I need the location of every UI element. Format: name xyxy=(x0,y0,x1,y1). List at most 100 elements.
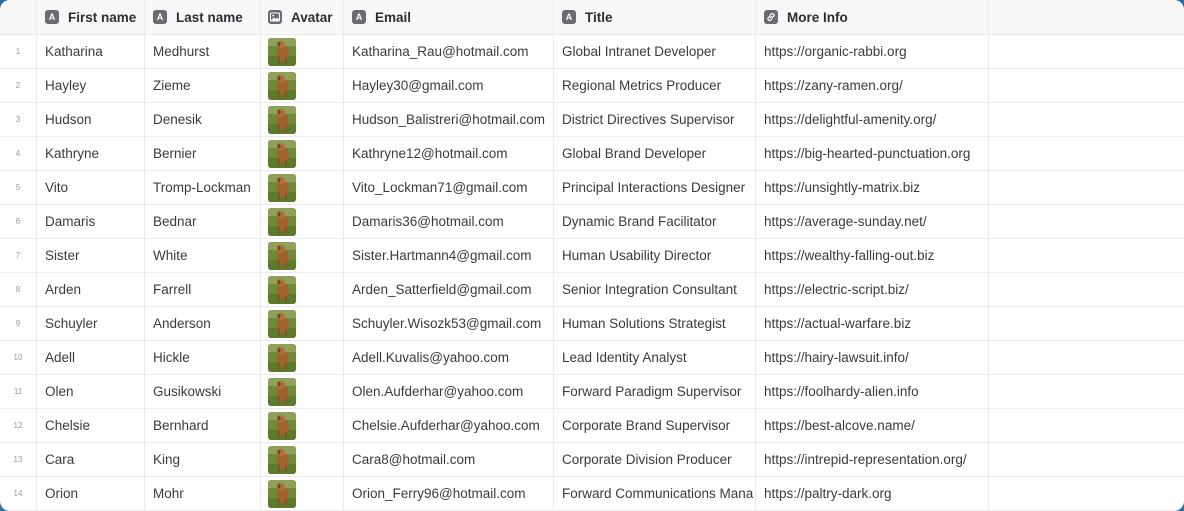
first-name-cell[interactable]: Hayley xyxy=(37,69,145,102)
row-number[interactable]: 12 xyxy=(0,409,37,442)
row-number[interactable]: 1 xyxy=(0,35,37,68)
dog-photo-thumbnail-icon[interactable] xyxy=(268,207,296,236)
row-number[interactable]: 6 xyxy=(0,205,37,238)
dog-photo-thumbnail-icon[interactable] xyxy=(268,105,296,134)
row-number[interactable]: 11 xyxy=(0,375,37,408)
dog-photo-thumbnail-icon[interactable] xyxy=(268,71,296,100)
title-cell[interactable]: Principal Interactions Designer xyxy=(554,171,756,204)
more-info-cell[interactable]: https://big-hearted-punctuation.org xyxy=(756,137,989,170)
email-cell[interactable]: Hudson_Balistreri@hotmail.com xyxy=(344,103,554,136)
table-row[interactable]: 13 Cara King Cara8@hotmail.com Corporate Div… xyxy=(0,443,1184,477)
row-number[interactable]: 3 xyxy=(0,103,37,136)
last-name-cell[interactable]: Zieme xyxy=(145,69,261,102)
more-info-cell[interactable]: https://electric-script.biz/ xyxy=(756,273,989,306)
more-info-cell[interactable]: https://zany-ramen.org/ xyxy=(756,69,989,102)
dog-photo-thumbnail-icon[interactable] xyxy=(268,37,296,66)
column-header-email[interactable]: A Email xyxy=(344,0,554,34)
avatar-cell[interactable] xyxy=(261,409,344,442)
email-cell[interactable]: Schuyler.Wisozk53@gmail.com xyxy=(344,307,554,340)
dog-photo-thumbnail-icon[interactable] xyxy=(268,275,296,304)
avatar-cell[interactable] xyxy=(261,137,344,170)
title-cell[interactable]: District Directives Supervisor xyxy=(554,103,756,136)
table-row[interactable]: 14 Orion Mohr Orion_Ferry96@hotmail.com Forw… xyxy=(0,477,1184,511)
avatar-cell[interactable] xyxy=(261,341,344,374)
row-number[interactable]: 13 xyxy=(0,443,37,476)
title-cell[interactable]: Forward Communications Mana xyxy=(554,477,756,510)
row-number[interactable]: 5 xyxy=(0,171,37,204)
first-name-cell[interactable]: Chelsie xyxy=(37,409,145,442)
last-name-cell[interactable]: Gusikowski xyxy=(145,375,261,408)
first-name-cell[interactable]: Arden xyxy=(37,273,145,306)
more-info-cell[interactable]: https://actual-warfare.biz xyxy=(756,307,989,340)
last-name-cell[interactable]: King xyxy=(145,443,261,476)
avatar-cell[interactable] xyxy=(261,35,344,68)
avatar-cell[interactable] xyxy=(261,477,344,510)
first-name-cell[interactable]: Katharina xyxy=(37,35,145,68)
first-name-cell[interactable]: Vito xyxy=(37,171,145,204)
more-info-cell[interactable]: https://organic-rabbi.org xyxy=(756,35,989,68)
column-header-first-name[interactable]: A First name xyxy=(37,0,145,34)
last-name-cell[interactable]: Bernhard xyxy=(145,409,261,442)
dog-photo-thumbnail-icon[interactable] xyxy=(268,173,296,202)
table-row[interactable]: 1 Katharina Medhurst Katharina_Rau@hotmail.… xyxy=(0,35,1184,69)
avatar-cell[interactable] xyxy=(261,443,344,476)
last-name-cell[interactable]: Anderson xyxy=(145,307,261,340)
dog-photo-thumbnail-icon[interactable] xyxy=(268,479,296,508)
row-number[interactable]: 8 xyxy=(0,273,37,306)
row-number[interactable]: 4 xyxy=(0,137,37,170)
title-cell[interactable]: Global Brand Developer xyxy=(554,137,756,170)
last-name-cell[interactable]: Hickle xyxy=(145,341,261,374)
table-row[interactable]: 12 Chelsie Bernhard Chelsie.Aufderhar@yahoo… xyxy=(0,409,1184,443)
title-cell[interactable]: Global Intranet Developer xyxy=(554,35,756,68)
column-header-last-name[interactable]: A Last name xyxy=(145,0,261,34)
row-number[interactable]: 7 xyxy=(0,239,37,272)
last-name-cell[interactable]: White xyxy=(145,239,261,272)
dog-photo-thumbnail-icon[interactable] xyxy=(268,377,296,406)
avatar-cell[interactable] xyxy=(261,103,344,136)
table-row[interactable]: 11 Olen Gusikowski Olen.Aufderhar@yahoo.com… xyxy=(0,375,1184,409)
title-cell[interactable]: Senior Integration Consultant xyxy=(554,273,756,306)
avatar-cell[interactable] xyxy=(261,171,344,204)
row-number[interactable]: 14 xyxy=(0,477,37,510)
dog-photo-thumbnail-icon[interactable] xyxy=(268,411,296,440)
title-cell[interactable]: Corporate Division Producer xyxy=(554,443,756,476)
avatar-cell[interactable] xyxy=(261,239,344,272)
title-cell[interactable]: Human Usability Director xyxy=(554,239,756,272)
first-name-cell[interactable]: Schuyler xyxy=(37,307,145,340)
avatar-cell[interactable] xyxy=(261,273,344,306)
title-cell[interactable]: Corporate Brand Supervisor xyxy=(554,409,756,442)
more-info-cell[interactable]: https://hairy-lawsuit.info/ xyxy=(756,341,989,374)
table-row[interactable]: 8 Arden Farrell Arden_Satterfield@gmail.com… xyxy=(0,273,1184,307)
last-name-cell[interactable]: Farrell xyxy=(145,273,261,306)
dog-photo-thumbnail-icon[interactable] xyxy=(268,309,296,338)
dog-photo-thumbnail-icon[interactable] xyxy=(268,139,296,168)
table-row[interactable]: 9 Schuyler Anderson Schuyler.Wisozk53@gmail… xyxy=(0,307,1184,341)
more-info-cell[interactable]: https://wealthy-falling-out.biz xyxy=(756,239,989,272)
more-info-cell[interactable]: https://unsightly-matrix.biz xyxy=(756,171,989,204)
email-cell[interactable]: Katharina_Rau@hotmail.com xyxy=(344,35,554,68)
row-number-header[interactable] xyxy=(0,0,37,34)
email-cell[interactable]: Olen.Aufderhar@yahoo.com xyxy=(344,375,554,408)
first-name-cell[interactable]: Cara xyxy=(37,443,145,476)
email-cell[interactable]: Arden_Satterfield@gmail.com xyxy=(344,273,554,306)
table-row[interactable]: 7 Sister White Sister.Hartmann4@gmail.com Hu… xyxy=(0,239,1184,273)
dog-photo-thumbnail-icon[interactable] xyxy=(268,241,296,270)
last-name-cell[interactable]: Medhurst xyxy=(145,35,261,68)
email-cell[interactable]: Kathryne12@hotmail.com xyxy=(344,137,554,170)
title-cell[interactable]: Regional Metrics Producer xyxy=(554,69,756,102)
email-cell[interactable]: Hayley30@gmail.com xyxy=(344,69,554,102)
more-info-cell[interactable]: https://intrepid-representation.org/ xyxy=(756,443,989,476)
email-cell[interactable]: Adell.Kuvalis@yahoo.com xyxy=(344,341,554,374)
email-cell[interactable]: Orion_Ferry96@hotmail.com xyxy=(344,477,554,510)
more-info-cell[interactable]: https://paltry-dark.org xyxy=(756,477,989,510)
last-name-cell[interactable]: Denesik xyxy=(145,103,261,136)
more-info-cell[interactable]: https://best-alcove.name/ xyxy=(756,409,989,442)
first-name-cell[interactable]: Hudson xyxy=(37,103,145,136)
email-cell[interactable]: Chelsie.Aufderhar@yahoo.com xyxy=(344,409,554,442)
first-name-cell[interactable]: Sister xyxy=(37,239,145,272)
column-header-avatar[interactable]: Avatar xyxy=(261,0,344,34)
table-row[interactable]: 5 Vito Tromp-Lockman Vito_Lockman71@gmail.c… xyxy=(0,171,1184,205)
more-info-cell[interactable]: https://foolhardy-alien.info xyxy=(756,375,989,408)
title-cell[interactable]: Human Solutions Strategist xyxy=(554,307,756,340)
title-cell[interactable]: Dynamic Brand Facilitator xyxy=(554,205,756,238)
